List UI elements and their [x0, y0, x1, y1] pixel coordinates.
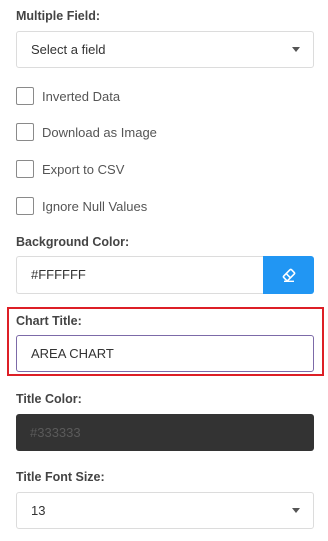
ignore-null-values-label: Ignore Null Values	[42, 198, 148, 214]
chart-title-input[interactable]: AREA CHART	[16, 335, 314, 372]
inverted-data-checkbox[interactable]	[16, 87, 34, 105]
inverted-data-label: Inverted Data	[42, 88, 121, 104]
chart-title-label: Chart Title:	[16, 314, 82, 328]
caret-down-icon	[292, 508, 300, 513]
title-color-label: Title Color:	[16, 392, 82, 406]
ignore-null-values-option[interactable]: Ignore Null Values	[16, 196, 147, 216]
title-color-input[interactable]: #333333	[16, 414, 314, 451]
caret-down-icon	[292, 47, 300, 52]
title-font-size-label: Title Font Size:	[16, 470, 105, 484]
export-to-csv-checkbox[interactable]	[16, 160, 34, 178]
title-font-size-select[interactable]: 13	[16, 492, 314, 529]
multiple-field-value: Select a field	[31, 42, 106, 57]
clear-background-color-button[interactable]	[263, 256, 314, 294]
download-as-image-checkbox[interactable]	[16, 123, 34, 141]
ignore-null-values-checkbox[interactable]	[16, 197, 34, 215]
chart-settings-panel: Multiple Field: Select a field Inverted …	[0, 0, 328, 541]
multiple-field-label: Multiple Field:	[16, 9, 101, 23]
title-font-size-value: 13	[31, 503, 46, 518]
download-as-image-option[interactable]: Download as Image	[16, 122, 157, 142]
eraser-icon	[282, 268, 295, 283]
multiple-field-select[interactable]: Select a field	[16, 31, 314, 68]
download-as-image-label: Download as Image	[42, 124, 157, 140]
export-to-csv-label: Export to CSV	[42, 161, 125, 177]
background-color-input[interactable]: #FFFFFF	[16, 256, 264, 294]
inverted-data-option[interactable]: Inverted Data	[16, 86, 120, 106]
background-color-label: Background Color:	[16, 235, 130, 249]
export-to-csv-option[interactable]: Export to CSV	[16, 159, 124, 179]
